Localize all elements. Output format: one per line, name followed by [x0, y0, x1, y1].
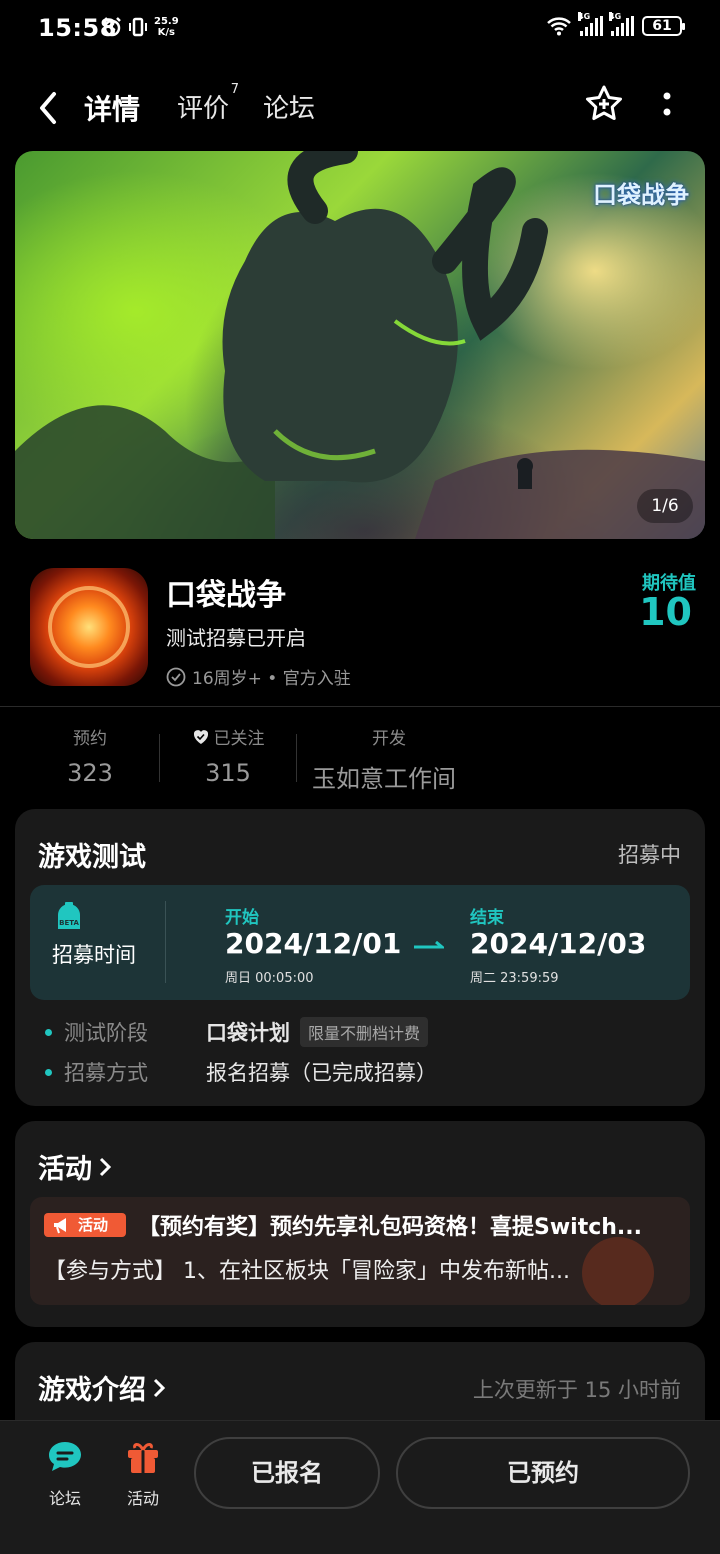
signed-up-button[interactable]: 已报名 [194, 1437, 380, 1509]
start-label: 开始 [225, 908, 259, 928]
status-icons-right: 4G 4G 61 [546, 12, 685, 36]
activity-badge: 活动 [44, 1213, 126, 1237]
arrow-right-icon [414, 941, 444, 949]
tab-detail[interactable]: 详情 [81, 88, 144, 128]
beta-icon: BETA [58, 902, 80, 929]
stat-follow[interactable]: 已关注 315 [186, 724, 270, 787]
alarm-icon [103, 17, 121, 37]
divider [0, 706, 720, 707]
status-icons-left: 25.9 K/s [102, 16, 179, 38]
recruit-time-panel: BETA 招募时间 开始 2024/12/01 周日 00:05:00 结束 2… [30, 885, 690, 1000]
app-meta: 16周岁+ • 官方入驻 [166, 664, 351, 689]
intro-updated: 上次更新于 15 小时前 [472, 1378, 681, 1402]
activity-desc: 【参与方式】 1、在社区板块「冒险家」中发布新帖... [44, 1259, 570, 1284]
net-speed: 25.9 K/s [154, 16, 179, 38]
recruit-time-label: 招募时间 [52, 943, 136, 967]
chevron-right-icon [99, 1157, 112, 1176]
status-bar: 15:58 25.9 K/s 4G 4G 61 [0, 0, 720, 60]
svg-text:BETA: BETA [59, 919, 79, 927]
app-name: 口袋战争 [166, 578, 286, 613]
bottom-activity[interactable]: 活动 [113, 1439, 173, 1509]
end-label: 结束 [470, 908, 504, 928]
banner-pager: 1/6 [637, 489, 693, 523]
vibrate-icon [129, 17, 147, 37]
top-nav: 详情 评价 7 论坛 [0, 78, 720, 138]
reserved-button[interactable]: 已预约 [396, 1437, 690, 1509]
end-date: 2024/12/03 [470, 927, 647, 960]
expect-value: 10 [639, 590, 692, 634]
stat-reserve: 预约 323 [67, 729, 113, 787]
signal-icon-sim2: 4G [609, 12, 634, 36]
activity-item[interactable]: 活动 【预约有奖】预约先享礼包码资格！喜提Switch... 【参与方式】 1、… [30, 1197, 690, 1305]
game-test-card: 游戏测试 招募中 BETA 招募时间 开始 2024/12/01 周日 00:0… [15, 809, 705, 1106]
test-phase-row: 测试阶段 口袋计划 限量不删档计费 [45, 1017, 429, 1047]
review-count: 7 [230, 82, 240, 97]
stat-divider [159, 734, 160, 782]
activity-watermark-icon [582, 1237, 654, 1305]
recruit-method-row: 招募方式 报名招募（已完成招募） [45, 1057, 437, 1087]
app-icon-emblem [48, 586, 130, 668]
battery-icon: 61 [642, 16, 685, 36]
bottom-forum[interactable]: 论坛 [35, 1439, 95, 1509]
activity-header[interactable]: 活动 [38, 1147, 112, 1186]
chevron-right-icon [153, 1378, 166, 1397]
favorite-star-icon[interactable] [584, 84, 624, 124]
verified-check-icon [166, 667, 186, 686]
forum-chat-icon [49, 1442, 81, 1471]
bullet-dot [45, 1028, 52, 1036]
stat-developer[interactable]: 开发 玉如意工作间 [312, 724, 472, 794]
intro-header[interactable]: 游戏介绍 [38, 1368, 166, 1407]
wifi-icon [547, 17, 571, 36]
recruit-divider [165, 901, 166, 983]
activity-card: 活动 活动 【预约有奖】预约先享礼包码资格！喜提Switch... 【参与方式】… [15, 1121, 705, 1327]
bottom-action-bar: 论坛 活动 已报名 已预约 [0, 1420, 720, 1554]
banner-game-logo: 口袋战争 [593, 180, 689, 209]
phase-chip: 限量不删档计费 [300, 1017, 429, 1047]
activity-title: 【预约有奖】预约先享礼包码资格！喜提Switch... [138, 1215, 643, 1240]
signal-icon-sim1: 4G [578, 12, 603, 36]
end-day: 周二 23:59:59 [470, 971, 559, 986]
hero-banner[interactable]: 口袋战争 1/6 [15, 151, 705, 539]
tab-forum[interactable]: 论坛 [263, 88, 315, 125]
start-date: 2024/12/01 [225, 927, 402, 960]
recruit-status: 招募中 [618, 843, 681, 867]
tab-reviews[interactable]: 评价 7 [177, 82, 239, 125]
app-icon [30, 568, 148, 686]
card-title-game-test: 游戏测试 [38, 842, 146, 873]
heart-check-icon [193, 729, 208, 744]
bullet-dot [45, 1068, 52, 1076]
app-subtitle: 测试招募已开启 [166, 626, 306, 650]
more-options-icon[interactable] [660, 90, 674, 120]
stat-divider [296, 734, 297, 782]
megaphone-icon [54, 1218, 66, 1234]
start-day: 周日 00:05:00 [225, 971, 314, 986]
back-arrow-icon[interactable] [34, 88, 64, 128]
gift-icon [128, 1443, 158, 1473]
